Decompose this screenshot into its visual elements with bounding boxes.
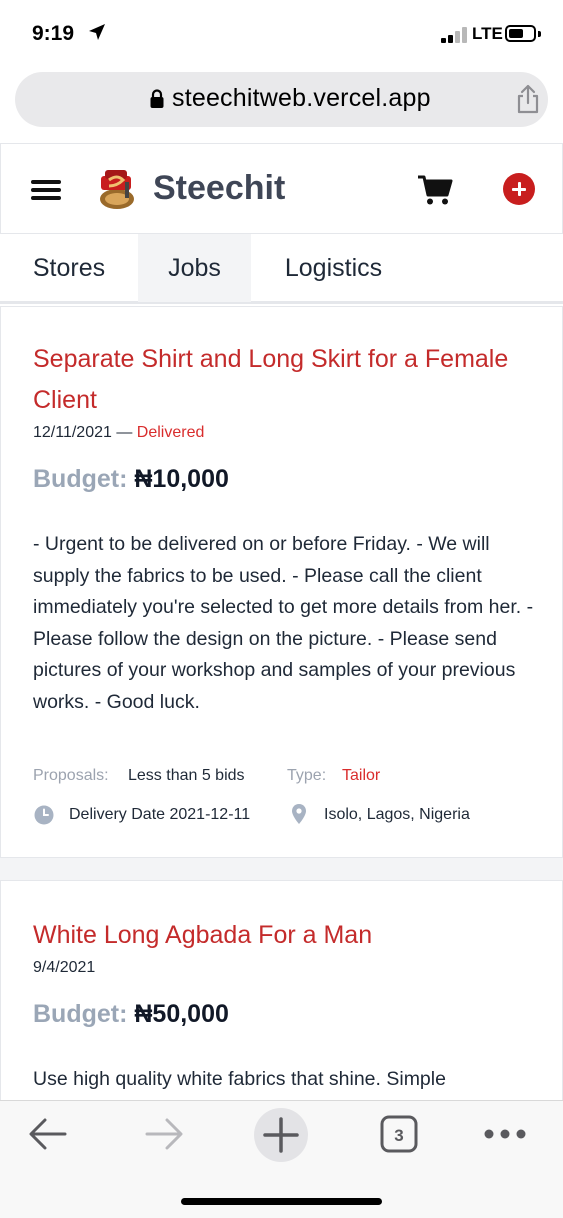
budget-value: ₦10,000: [134, 465, 229, 493]
budget-value: ₦50,000: [134, 1000, 229, 1028]
url-text: steechitweb.vercel.app: [172, 84, 431, 112]
new-tab-icon[interactable]: [253, 1107, 309, 1163]
proposals-label: Proposals:: [33, 767, 109, 784]
job-date: 12/11/2021: [33, 424, 112, 441]
proposals-value: Less than 5 bids: [128, 767, 245, 784]
home-indicator: [181, 1198, 382, 1205]
tab-stores[interactable]: Stores: [10, 234, 128, 302]
status-bar: 9:19 LTE: [0, 0, 563, 70]
clock-icon: [34, 805, 54, 825]
app-header: Steechit: [0, 143, 563, 234]
job-budget: Budget: ₦10,000: [33, 465, 229, 494]
category-tabs: Stores Jobs Logistics: [0, 234, 563, 304]
job-date: 9/4/2021: [33, 959, 96, 976]
type-label: Type:: [287, 767, 327, 784]
lock-icon: [150, 89, 164, 108]
signal-icon: [441, 26, 469, 43]
job-title[interactable]: White Long Agbada For a Man: [33, 915, 513, 956]
cart-icon[interactable]: [417, 174, 453, 206]
job-location: Isolo, Lagos, Nigeria: [324, 806, 470, 823]
battery-icon: [505, 25, 536, 42]
job-title[interactable]: Separate Shirt and Long Skirt for a Fema…: [33, 339, 513, 421]
meta-separator: —: [116, 424, 133, 441]
job-card[interactable]: Separate Shirt and Long Skirt for a Fema…: [0, 306, 563, 858]
job-description: Use high quality white fabrics that shin…: [33, 1068, 446, 1090]
location-pin-icon: [292, 804, 306, 824]
more-options-icon[interactable]: [484, 1128, 526, 1140]
svg-text:3: 3: [394, 1126, 403, 1145]
location-arrow-icon: [89, 24, 105, 40]
forward-arrow-icon[interactable]: [144, 1117, 184, 1151]
status-time: 9:19: [32, 22, 75, 45]
steechit-logo-icon[interactable]: [95, 166, 141, 212]
share-icon[interactable]: [516, 84, 540, 114]
brand-name[interactable]: Steechit: [153, 169, 285, 208]
job-description: - Urgent to be delivered on or before Fr…: [33, 533, 534, 713]
job-card[interactable]: White Long Agbada For a Man 9/4/2021 Bud…: [0, 880, 563, 1120]
job-budget: Budget: ₦50,000: [33, 1000, 229, 1029]
delivery-date: Delivery Date 2021-12-11: [69, 806, 251, 823]
address-bar[interactable]: steechitweb.vercel.app: [15, 72, 548, 127]
add-job-button[interactable]: [503, 173, 535, 205]
budget-label: Budget:: [33, 1000, 128, 1028]
card-divider: [0, 858, 563, 880]
back-arrow-icon[interactable]: [28, 1117, 68, 1151]
tabs-icon[interactable]: 3: [380, 1115, 418, 1153]
tab-jobs[interactable]: Jobs: [138, 234, 251, 302]
job-meta: 12/11/2021 — Delivered: [33, 424, 204, 442]
job-status: Delivered: [136, 424, 205, 441]
network-label: LTE: [472, 24, 503, 43]
budget-label: Budget:: [33, 465, 128, 493]
tab-logistics[interactable]: Logistics: [262, 234, 405, 302]
job-meta: 9/4/2021: [33, 959, 95, 977]
type-value: Tailor: [342, 767, 381, 784]
hamburger-menu-icon[interactable]: [31, 180, 61, 200]
